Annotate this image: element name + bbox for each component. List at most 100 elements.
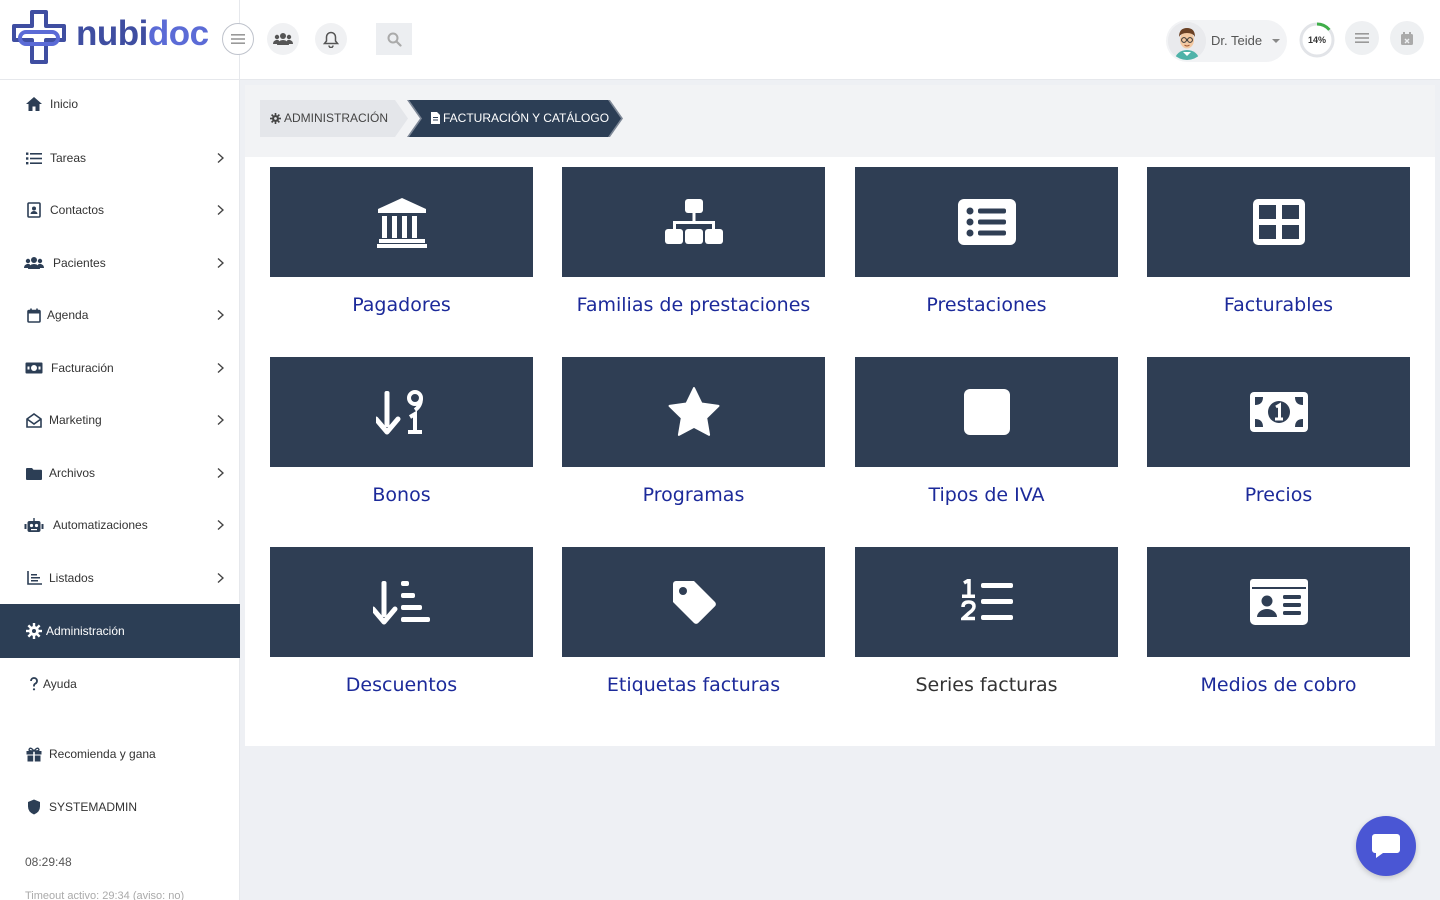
- logo-area: nubidoc: [0, 0, 240, 80]
- sidebar-item-facturacion[interactable]: Facturación: [0, 342, 240, 394]
- chevron-right-icon: [217, 414, 224, 426]
- sidebar-item-label: Marketing: [49, 413, 102, 427]
- search-button[interactable]: [376, 23, 412, 55]
- sort-numeric-down-icon: [375, 390, 423, 435]
- tile-box: [562, 357, 825, 467]
- tile-label: Tipos de IVA: [928, 484, 1045, 506]
- tile-label: Prestaciones: [926, 294, 1047, 316]
- money-bill-icon: [1249, 392, 1308, 432]
- list-menu-button[interactable]: [1345, 21, 1379, 55]
- tile-programas[interactable]: Programas: [562, 357, 825, 506]
- user-name: Dr. Teide: [1211, 33, 1263, 48]
- home-icon: [24, 95, 44, 113]
- gear-icon: [270, 112, 281, 124]
- tile-label: Pagadores: [352, 294, 451, 316]
- logo-icon: [12, 10, 66, 64]
- sidebar-item-label: Administración: [46, 624, 125, 638]
- file-icon: [431, 112, 440, 124]
- sidebar-item-label: Inicio: [50, 97, 79, 111]
- sidebar-item-label: Facturación: [51, 361, 114, 375]
- menu-toggle-button[interactable]: [222, 23, 254, 55]
- sidebar-item-label: Archivos: [49, 466, 96, 480]
- sidebar-item-marketing[interactable]: Marketing: [0, 394, 240, 446]
- tile-prestaciones[interactable]: Prestaciones: [855, 167, 1118, 316]
- sidebar-item-recomienda[interactable]: Recomienda y gana: [0, 728, 240, 780]
- bank-icon: [376, 198, 427, 248]
- chevron-right-icon: [217, 362, 224, 374]
- users-button[interactable]: [267, 23, 299, 55]
- sidebar-item-pacientes[interactable]: Pacientes: [0, 237, 240, 289]
- square-icon: [963, 389, 1010, 435]
- tile-etiquetas-facturas[interactable]: Etiquetas facturas: [562, 547, 825, 696]
- tile-bonos[interactable]: Bonos: [270, 357, 533, 506]
- tile-box: [1147, 547, 1410, 657]
- tile-label: Precios: [1244, 484, 1313, 506]
- sidebar-item-automatizaciones[interactable]: Automatizaciones: [0, 499, 240, 551]
- question-icon: [24, 675, 44, 693]
- sidebar-item-agenda[interactable]: Agenda: [0, 289, 240, 341]
- session-timeout: Timeout activo: 29:34 (aviso: no): [25, 890, 185, 900]
- chat-button[interactable]: [1356, 816, 1416, 876]
- tile-precios[interactable]: Precios: [1147, 357, 1410, 506]
- tile-familias-prestaciones[interactable]: Familias de prestaciones: [562, 167, 825, 316]
- sidebar-item-listados[interactable]: Listados: [0, 552, 240, 604]
- tile-label: Series facturas: [915, 674, 1058, 696]
- tile-descuentos[interactable]: Descuentos: [270, 547, 533, 696]
- breadcrumb-administracion[interactable]: ADMINISTRACIÓN: [260, 100, 408, 137]
- shield-icon: [24, 798, 44, 816]
- tile-label: Facturables: [1223, 294, 1334, 316]
- tile-box: [270, 357, 533, 467]
- id-card-icon: [1249, 579, 1308, 625]
- brand-logo[interactable]: nubidoc: [76, 14, 209, 54]
- chevron-right-icon: [217, 257, 224, 269]
- sidebar-item-ayuda[interactable]: Ayuda: [0, 658, 240, 710]
- sidebar-item-contactos[interactable]: Contactos: [0, 184, 240, 236]
- sidebar-item-archivos[interactable]: Archivos: [0, 447, 240, 499]
- calendar-icon: [24, 306, 44, 324]
- breadcrumb-facturacion-catalogo[interactable]: FACTURACIÓN Y CATÁLOGO: [407, 100, 623, 137]
- chat-icon: [1372, 834, 1400, 858]
- tile-box: [270, 167, 533, 277]
- tile-tipos-iva[interactable]: Tipos de IVA: [855, 357, 1118, 506]
- tile-pagadores[interactable]: Pagadores: [270, 167, 533, 316]
- sidebar-item-administracion[interactable]: Administración: [0, 604, 240, 658]
- top-bar: nubidoc Dr. Teide 14%: [0, 0, 1440, 80]
- sidebar-item-label: SYSTEMADMIN: [49, 800, 138, 814]
- notifications-button[interactable]: [315, 23, 347, 55]
- tile-box: [270, 547, 533, 657]
- users-icon: [273, 33, 293, 45]
- star-icon: [668, 387, 719, 436]
- breadcrumb: ADMINISTRACIÓN FACTURACIÓN Y CATÁLOGO: [245, 85, 1435, 157]
- sidebar-item-label: Tareas: [50, 151, 87, 165]
- tile-medios-cobro[interactable]: Medios de cobro: [1147, 547, 1410, 696]
- tile-label: Familias de prestaciones: [576, 294, 811, 316]
- sidebar-item-label: Contactos: [50, 203, 105, 217]
- list-icon: [1355, 33, 1369, 43]
- breadcrumb-label: ADMINISTRACIÓN: [284, 111, 389, 125]
- tile-box: [855, 167, 1118, 277]
- tile-facturables[interactable]: Facturables: [1147, 167, 1410, 316]
- caret-down-icon: [1272, 39, 1280, 43]
- sidebar-item-tareas[interactable]: Tareas: [0, 132, 240, 184]
- user-menu[interactable]: Dr. Teide: [1166, 20, 1287, 62]
- completion-progress[interactable]: 14%: [1298, 21, 1336, 59]
- bars-icon: [231, 34, 245, 44]
- calendar-times-icon: [1401, 31, 1413, 45]
- tile-series-facturas[interactable]: Series facturas: [855, 547, 1118, 696]
- tile-box: [1147, 167, 1410, 277]
- calendar-button[interactable]: [1390, 21, 1424, 55]
- sitemap-icon: [664, 199, 723, 244]
- tile-box: [562, 167, 825, 277]
- sidebar-item-inicio[interactable]: Inicio: [0, 78, 240, 130]
- sidebar-item-label: Listados: [49, 571, 94, 585]
- sidebar-item-label: Agenda: [47, 308, 89, 322]
- tile-label: Etiquetas facturas: [606, 674, 781, 696]
- session-clock: 08:29:48: [25, 855, 72, 869]
- tag-icon: [672, 581, 716, 624]
- numbered-list-icon: [960, 579, 1013, 621]
- sidebar-item-systemadmin[interactable]: SYSTEMADMIN: [0, 781, 240, 833]
- sort-amount-down-icon: [372, 581, 430, 625]
- chevron-right-icon: [217, 204, 224, 216]
- gift-icon: [24, 745, 44, 763]
- tile-label: Medios de cobro: [1200, 674, 1357, 696]
